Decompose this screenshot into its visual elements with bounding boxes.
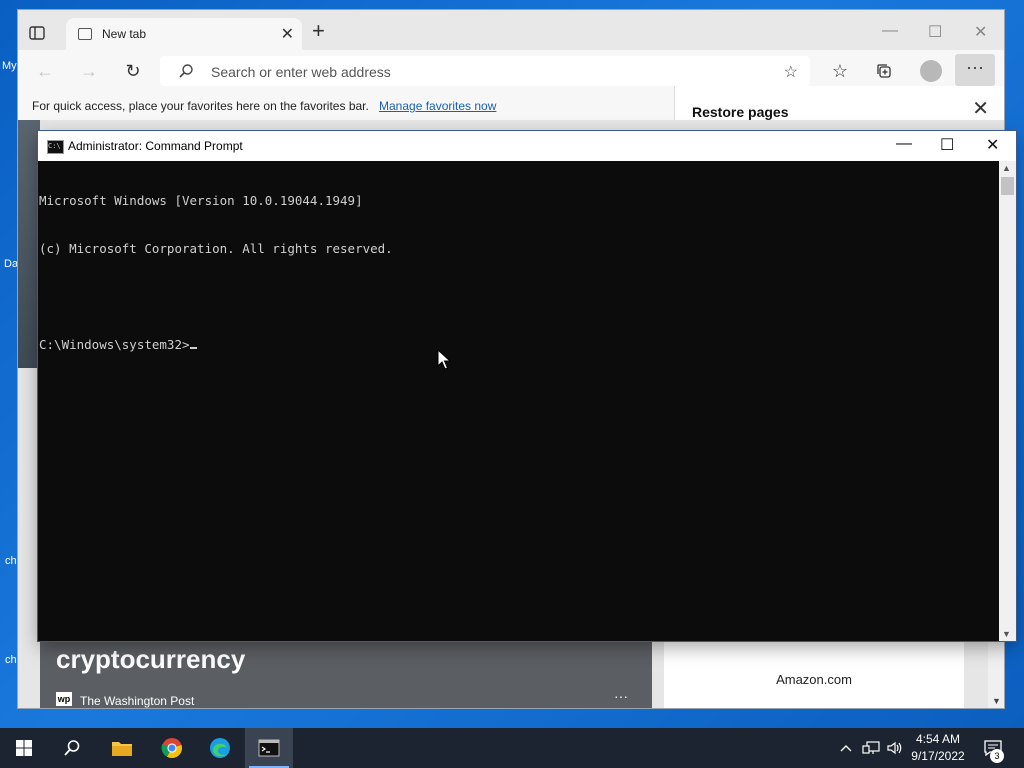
scroll-down-icon[interactable]: ▼	[992, 696, 1001, 706]
search-icon	[178, 63, 194, 82]
close-restore-icon[interactable]: ✕	[972, 96, 989, 121]
maximize-icon[interactable]: ☐	[928, 22, 942, 42]
scroll-down-icon[interactable]: ▼	[1002, 629, 1011, 639]
washington-post-logo-icon: wp	[56, 692, 72, 706]
cmd-scrollbar[interactable]: ▲ ▼	[999, 161, 1016, 641]
console-line: Microsoft Windows [Version 10.0.19044.19…	[39, 193, 363, 208]
desktop-icon-label[interactable]: ch	[5, 555, 17, 567]
edge-icon	[210, 738, 230, 758]
chrome-icon	[161, 738, 182, 759]
favorites-bar: For quick access, place your favorites h…	[18, 92, 674, 120]
taskbar-search-button[interactable]	[48, 728, 96, 768]
network-icon[interactable]	[860, 728, 882, 768]
news-source: The Washington Post	[80, 694, 195, 708]
cmd-maximize-icon[interactable]: ☐	[940, 135, 954, 155]
chrome-button[interactable]	[148, 728, 196, 768]
cmd-close-icon[interactable]: ✕	[986, 135, 999, 155]
restore-pages-title: Restore pages	[692, 104, 789, 120]
system-clock[interactable]: 4:54 AM 9/17/2022	[906, 731, 970, 765]
collections-icon[interactable]	[873, 60, 895, 82]
console-prompt-line: C:\Windows\system32>	[39, 337, 999, 353]
notification-count-badge: 3	[990, 749, 1004, 763]
cmd-minimize-icon[interactable]: —	[896, 135, 912, 153]
cmd-title-bar[interactable]: C:\ Administrator: Command Prompt — ☐ ✕	[38, 131, 1016, 161]
cmd-window-title: Administrator: Command Prompt	[68, 139, 243, 153]
news-card[interactable]: cryptocurrency wp The Washington Post ··…	[40, 630, 652, 708]
background-image-strip	[18, 120, 40, 368]
amazon-tile[interactable]: Amazon.com	[664, 630, 964, 708]
console-prompt: C:\Windows\system32>	[39, 337, 190, 352]
tab-strip: New tab ✕ + — ☐ ✕	[18, 10, 1004, 50]
minimize-icon[interactable]: —	[882, 22, 898, 40]
address-placeholder: Search or enter web address	[211, 64, 391, 80]
desktop-icon-label[interactable]: My	[2, 60, 17, 72]
terminal-icon	[258, 739, 280, 757]
news-headline[interactable]: cryptocurrency	[56, 644, 245, 675]
folder-icon	[112, 742, 132, 756]
favorites-message: For quick access, place your favorites h…	[32, 99, 369, 113]
close-window-icon[interactable]: ✕	[974, 22, 987, 42]
settings-more-button[interactable]: ···	[955, 54, 995, 86]
new-tab-button[interactable]: +	[312, 20, 325, 42]
search-icon	[64, 740, 80, 756]
mouse-pointer-icon	[437, 349, 451, 370]
profile-avatar[interactable]	[920, 60, 942, 82]
tab-new-tab[interactable]: New tab ✕	[66, 18, 302, 50]
show-hidden-icons-icon[interactable]	[836, 728, 856, 768]
new-tab-icon	[78, 28, 92, 40]
news-more-button[interactable]: ···	[614, 688, 628, 704]
cmd-app-icon: C:\	[47, 140, 64, 154]
clock-time: 4:54 AM	[915, 732, 961, 746]
scroll-up-icon[interactable]: ▲	[1002, 163, 1011, 173]
command-prompt-window[interactable]: C:\ Administrator: Command Prompt — ☐ ✕ …	[38, 131, 1016, 641]
amazon-label: Amazon.com	[776, 672, 852, 687]
forward-icon[interactable]: →	[78, 60, 100, 82]
tab-title: New tab	[102, 27, 147, 41]
manage-favorites-link[interactable]: Manage favorites now	[379, 99, 496, 113]
clock-date: 9/17/2022	[911, 749, 965, 763]
desktop-icon-label[interactable]: Da	[4, 258, 18, 270]
refresh-icon[interactable]: ↻	[122, 60, 144, 82]
add-favorite-icon[interactable]: ☆	[784, 62, 798, 82]
desktop-icon-label[interactable]: ch	[5, 654, 17, 666]
file-explorer-button[interactable]	[98, 728, 146, 768]
page-scrollbar[interactable]: ▼	[988, 630, 1004, 708]
address-bar[interactable]: Search or enter web address ☆	[160, 56, 810, 86]
console-line: (c) Microsoft Corporation. All rights re…	[39, 241, 393, 256]
tab-actions-icon[interactable]	[28, 24, 48, 44]
scrollbar-thumb[interactable]	[1001, 177, 1014, 195]
edge-button[interactable]	[196, 728, 244, 768]
back-icon[interactable]: ←	[34, 60, 56, 82]
console-output[interactable]: Microsoft Windows [Version 10.0.19044.19…	[39, 161, 999, 641]
windows-logo-icon	[16, 740, 32, 756]
volume-icon[interactable]	[884, 728, 906, 768]
text-cursor	[189, 347, 197, 349]
taskbar: 4:54 AM 9/17/2022	[0, 728, 1024, 768]
close-tab-icon[interactable]: ✕	[281, 24, 294, 44]
cmd-taskbar-button[interactable]	[245, 728, 293, 768]
start-button[interactable]	[0, 728, 48, 768]
favorites-icon[interactable]: ☆	[829, 60, 851, 82]
